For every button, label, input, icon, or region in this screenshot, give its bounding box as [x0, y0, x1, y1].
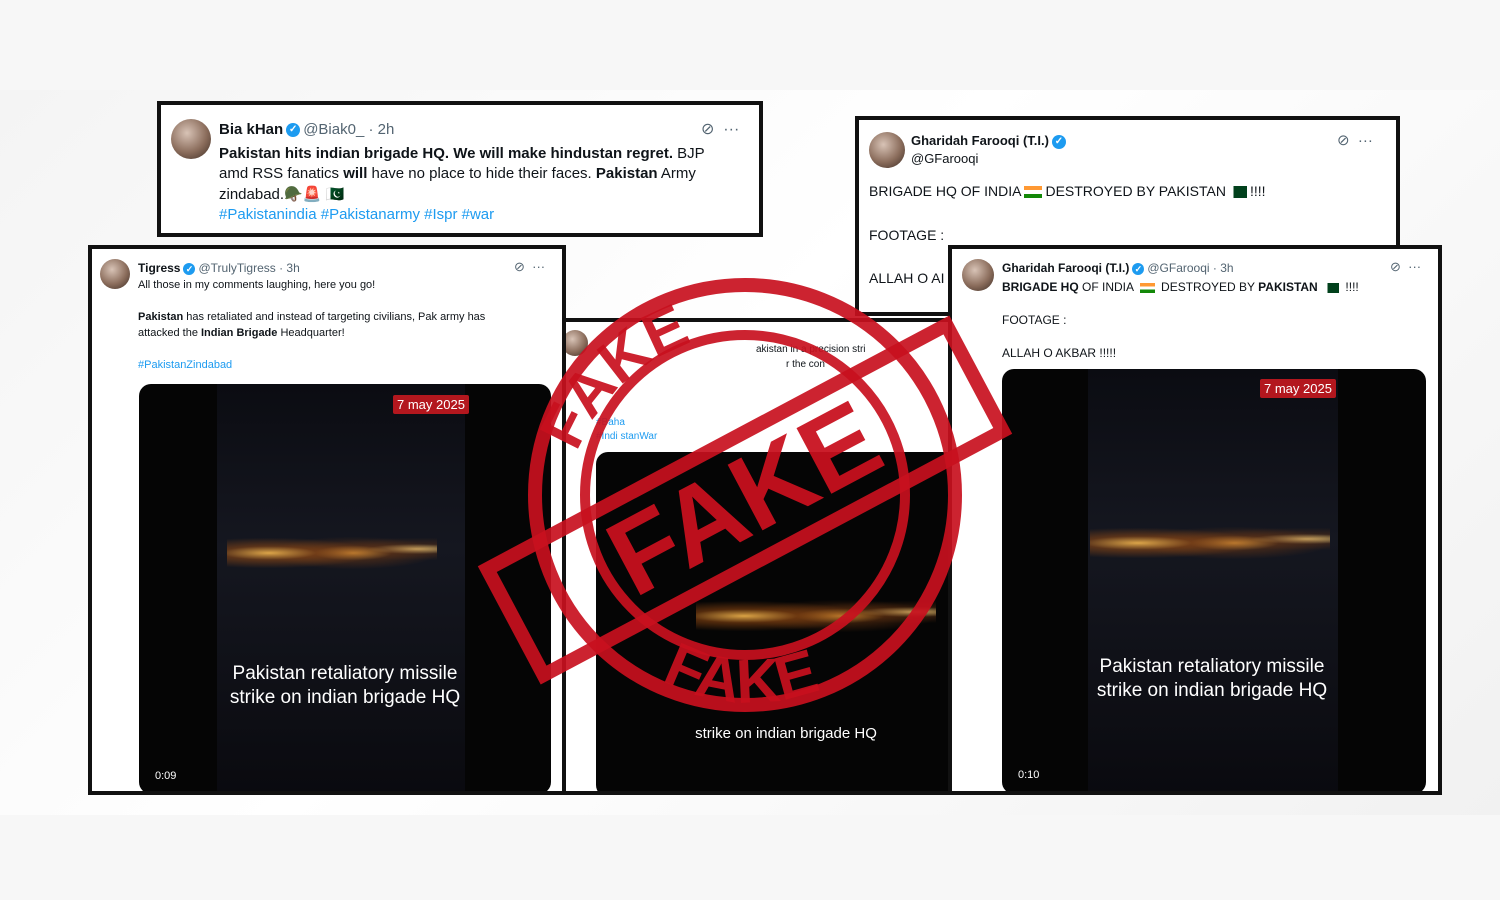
- video-duration: 0:09: [155, 770, 177, 782]
- video-date-badge: 7 may 2025: [393, 395, 469, 414]
- author-name[interactable]: Tigress ✓ @TrulyTigress · 3h: [138, 261, 300, 275]
- more-icon[interactable]: ···: [723, 121, 739, 138]
- tweet-text-line-3: attacked the Indian Brigade Headquarter!: [138, 327, 345, 339]
- video-caption: Pakistan retaliatory missile strike on i…: [1096, 656, 1328, 701]
- verified-icon: ✓: [183, 262, 196, 275]
- video-caption: strike on indian brigade HQ: [695, 725, 877, 742]
- video-fire-glow: [227, 529, 437, 569]
- author-name[interactable]: Gharidah Farooqi (T.I.) ✓: [911, 133, 1069, 149]
- tweet-text-line-2: FOOTAGE :: [869, 227, 945, 243]
- hashtags[interactable]: #Pakistanindia #Pakistanarmy #Ispr #war: [219, 206, 494, 223]
- video-frame: [1088, 369, 1338, 791]
- video-duration: 0:10: [1018, 769, 1040, 781]
- grok-icon[interactable]: ⊘: [701, 121, 714, 138]
- video-caption: Pakistan retaliatory missile strike on i…: [229, 663, 461, 708]
- grok-icon[interactable]: ⊘: [1337, 132, 1350, 149]
- tweet-actions: ⊘ ···: [701, 119, 739, 139]
- tweet-actions: ⊘ ···: [1337, 131, 1373, 149]
- video-frame: [217, 384, 465, 791]
- hashtag[interactable]: #PakistanZindabad: [138, 359, 232, 371]
- author-handle[interactable]: @Biak0_ · 2h: [303, 121, 394, 138]
- stamp-center-text: FAKE: [588, 377, 899, 619]
- avatar[interactable]: [869, 132, 905, 168]
- video-fire-glow: [1090, 519, 1330, 559]
- fake-stamp-graphic: FAKE FAKE FAKE: [477, 278, 1013, 717]
- avatar[interactable]: [100, 259, 130, 289]
- tweet-text-line-2: amd RSS fanatics will have no place to h…: [219, 165, 696, 182]
- tweet-text-line-1: Pakistan hits indian brigade HQ. We will…: [219, 145, 705, 162]
- flag-pakistan: [1324, 282, 1340, 293]
- author-name[interactable]: Bia kHan ✓ @Biak0_ · 2h: [219, 121, 394, 138]
- tweet-card-bia[interactable]: Bia kHan ✓ @Biak0_ · 2h ⊘ ··· Pakistan hit…: [157, 101, 763, 237]
- tweet-text-line-1: All those in my comments laughing, here …: [138, 279, 376, 291]
- tweet-text-line-3: zindabad.🪖🚨 🇵🇰: [219, 186, 345, 203]
- video-player[interactable]: 7 may 2025 Pakistan retaliatory missile …: [1002, 369, 1426, 791]
- grok-icon[interactable]: ⊘: [1390, 259, 1401, 274]
- stamp-arc-top: FAKE: [527, 291, 698, 458]
- author-handle[interactable]: @GFarooqi: [911, 151, 978, 166]
- tweet-text-line-1: BRIGADE HQ OF INDIA DESTROYED BY PAKISTA…: [1002, 280, 1359, 294]
- tweet-text-line-1: BRIGADE HQ OF INDIA DESTROYED BY PAKISTAN…: [869, 183, 1266, 199]
- verified-icon: ✓: [1051, 134, 1066, 149]
- tweet-actions: ⊘ ···: [1390, 259, 1421, 275]
- author-handle[interactable]: @GFarooqi · 3h: [1147, 261, 1233, 275]
- flag-india: [1024, 186, 1043, 199]
- verified-icon: ✓: [286, 123, 301, 138]
- author-handle[interactable]: @TrulyTigress · 3h: [198, 261, 299, 275]
- stamp-arc-bottom: FAKE: [655, 630, 825, 717]
- more-icon[interactable]: ···: [1408, 259, 1421, 274]
- video-date-badge: 7 may 2025: [1260, 379, 1336, 398]
- tweet-text-line-2: Pakistan has retaliated and instead of t…: [138, 311, 486, 323]
- avatar[interactable]: [171, 119, 211, 159]
- verified-icon: ✓: [1132, 262, 1145, 275]
- flag-india: [1139, 282, 1155, 293]
- fake-stamp: FAKE FAKE FAKE: [470, 270, 1050, 720]
- flag-pakistan: [1228, 186, 1247, 199]
- more-icon[interactable]: ···: [1358, 132, 1373, 149]
